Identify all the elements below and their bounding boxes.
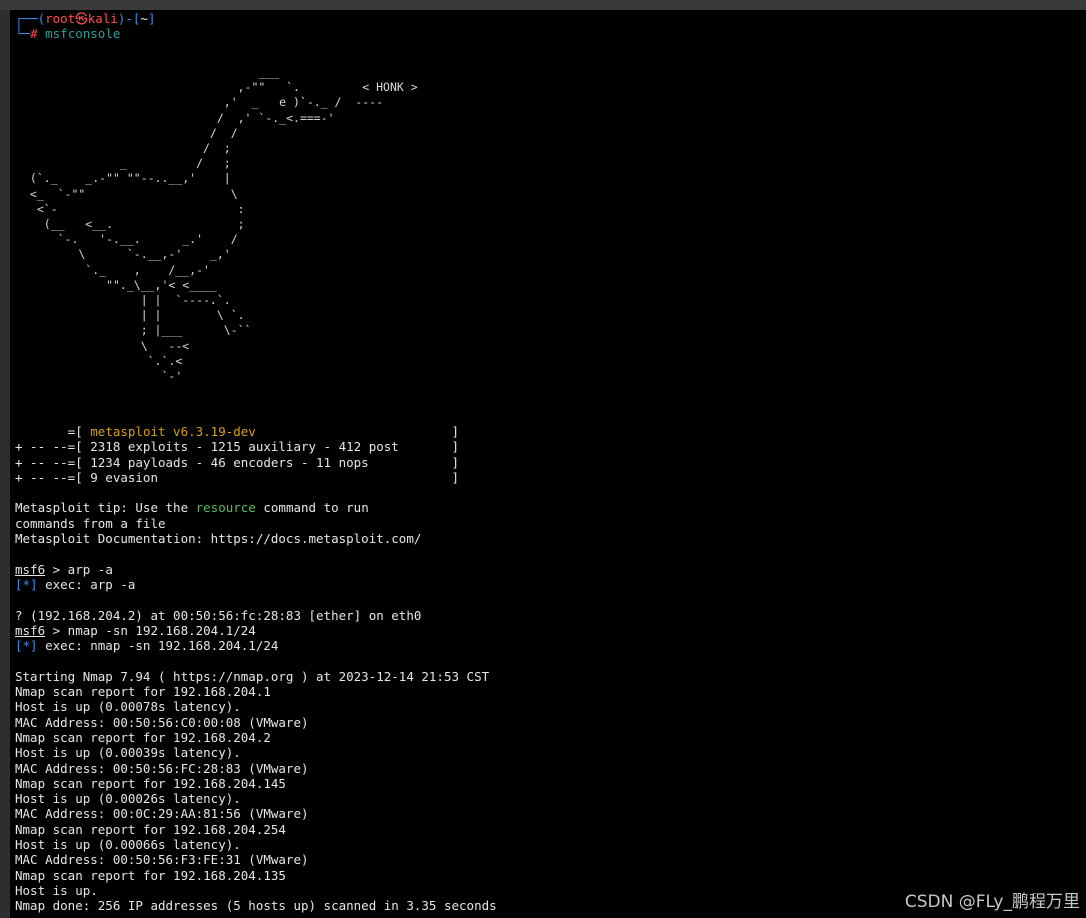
nmap-line: Host is up (0.00078s latency).: [15, 699, 241, 715]
nmap-line: Nmap scan report for 192.168.204.1: [15, 684, 271, 700]
cmd-arp: > arp -a: [45, 561, 113, 577]
goose-ascii-line: `._ , /__,-': [23, 262, 210, 277]
nmap-line: Host is up (0.00026s latency).: [15, 791, 241, 807]
nmap-line: Nmap scan report for 192.168.204.254: [15, 821, 286, 837]
goose-ascii-line: ,-"" `. < HONK >: [23, 80, 418, 95]
goose-ascii-line: `-. '-.__. _.' /: [23, 232, 238, 247]
nmap-line: Host is up (0.00066s latency).: [15, 837, 241, 853]
prompt-bracket-close: ]: [147, 11, 156, 26]
banner-line-payloads: + -- --=[ 1234 payloads - 46 encoders - …: [15, 454, 460, 470]
msf6-prompt: msf6: [15, 622, 46, 638]
exec-marker: [*]: [15, 638, 38, 654]
command-msfconsole: msfconsole: [45, 26, 121, 42]
goose-ascii-line: ; |___ \-``: [23, 323, 252, 338]
nmap-line: Host is up (0.00039s latency).: [15, 745, 241, 761]
nmap-line: MAC Address: 00:0C:29:AA:81:56 (VMware): [15, 806, 309, 822]
window-frame-left: [0, 10, 10, 918]
exec-arp: exec: arp -a: [37, 576, 136, 592]
exec-marker: [*]: [15, 576, 38, 592]
goose-ascii-banner: ___ ,-"" `. < HONK > ,' _ e )`-._ / ----…: [23, 65, 418, 384]
window-frame-top: [0, 0, 1086, 10]
tip-highlight: resource: [195, 500, 256, 516]
csdn-watermark: CSDN @FLy_鹏程万里: [904, 892, 1080, 912]
goose-ascii-line: / /: [23, 125, 238, 140]
console-output: =[ metasploit v6.3.19-dev ] + -- --=[ 23…: [15, 424, 497, 914]
tip-line2: commands from a file: [15, 515, 166, 531]
goose-ascii-line: | | \ `.: [23, 308, 245, 323]
prompt-corner-bottom: └─: [15, 26, 31, 42]
goose-ascii-line: <`- :: [23, 201, 245, 216]
exec-nmap: exec: nmap -sn 192.168.204.1/24: [37, 638, 279, 654]
prompt-hash: #: [30, 26, 38, 42]
banner-line-evasion: + -- --=[ 9 evasion ]: [15, 469, 460, 485]
goose-ascii-line: (`._ _.-"" ""--..__,' |: [23, 171, 231, 186]
banner-line-version: =[ metasploit v6.3.19-dev ]: [15, 424, 460, 439]
goose-ascii-line: / ,' `-._<.===-': [23, 110, 335, 125]
goose-ascii-line: <_ `-"" \: [23, 186, 238, 201]
shell-prompt: ┌──(root㉿kali)-[~] └─# msfconsole: [15, 11, 155, 42]
prompt-corner-top: ┌──(: [15, 11, 46, 26]
banner-line-exploits: + -- --=[ 2318 exploits - 1215 auxiliary…: [15, 439, 460, 455]
nmap-line: Nmap scan report for 192.168.204.2: [15, 729, 271, 745]
prompt-separator: )-[: [117, 11, 141, 26]
nmap-line: Starting Nmap 7.94 ( https://nmap.org ) …: [15, 668, 490, 684]
nmap-line: Nmap scan report for 192.168.204.135: [15, 867, 286, 883]
goose-ascii-line: \ --<: [23, 338, 190, 353]
msf6-prompt: msf6: [15, 561, 46, 577]
goose-ascii-line: ,' _ e )`-._ / ----: [23, 95, 384, 110]
prompt-user: root㉿kali: [45, 11, 118, 26]
tip-suffix: command to run: [255, 500, 369, 516]
prompt-path: ~: [140, 11, 148, 26]
goose-ascii-line: `-': [23, 369, 183, 384]
goose-ascii-line: ___: [23, 65, 280, 79]
goose-ascii-line: _ / ;: [23, 156, 231, 171]
goose-ascii-line: | | `----.`.: [23, 293, 231, 308]
goose-ascii-line: \ `-.__,-' _,': [23, 247, 231, 262]
nmap-line: MAC Address: 00:50:56:C0:00:08 (VMware): [15, 714, 309, 730]
tip-prefix: Metasploit tip: Use the: [15, 500, 196, 516]
goose-ascii-line: `.`.<: [23, 353, 183, 368]
goose-ascii-line: / ;: [23, 141, 231, 156]
nmap-line: MAC Address: 00:50:56:F3:FE:31 (VMware): [15, 852, 309, 868]
docs-line: Metasploit Documentation: https://docs.m…: [15, 531, 422, 547]
nmap-line: Nmap done: 256 IP addresses (5 hosts up)…: [15, 898, 497, 914]
cmd-nmap: > nmap -sn 192.168.204.1/24: [45, 622, 256, 638]
goose-ascii-line: (__ <__. ;: [23, 217, 245, 232]
nmap-line: MAC Address: 00:50:56:FC:28:83 (VMware): [15, 760, 309, 776]
goose-ascii-line: ""._\__,'< <____: [23, 277, 217, 292]
terminal-window[interactable]: ┌──(root㉿kali)-[~] └─# msfconsole ___ ,-…: [10, 10, 1086, 918]
nmap-line: Host is up.: [15, 882, 98, 898]
metasploit-version: metasploit v6.3.19-dev: [90, 424, 256, 439]
arp-result: ? (192.168.204.2) at 00:50:56:fc:28:83 […: [15, 607, 422, 623]
nmap-line: Nmap scan report for 192.168.204.145: [15, 775, 286, 791]
